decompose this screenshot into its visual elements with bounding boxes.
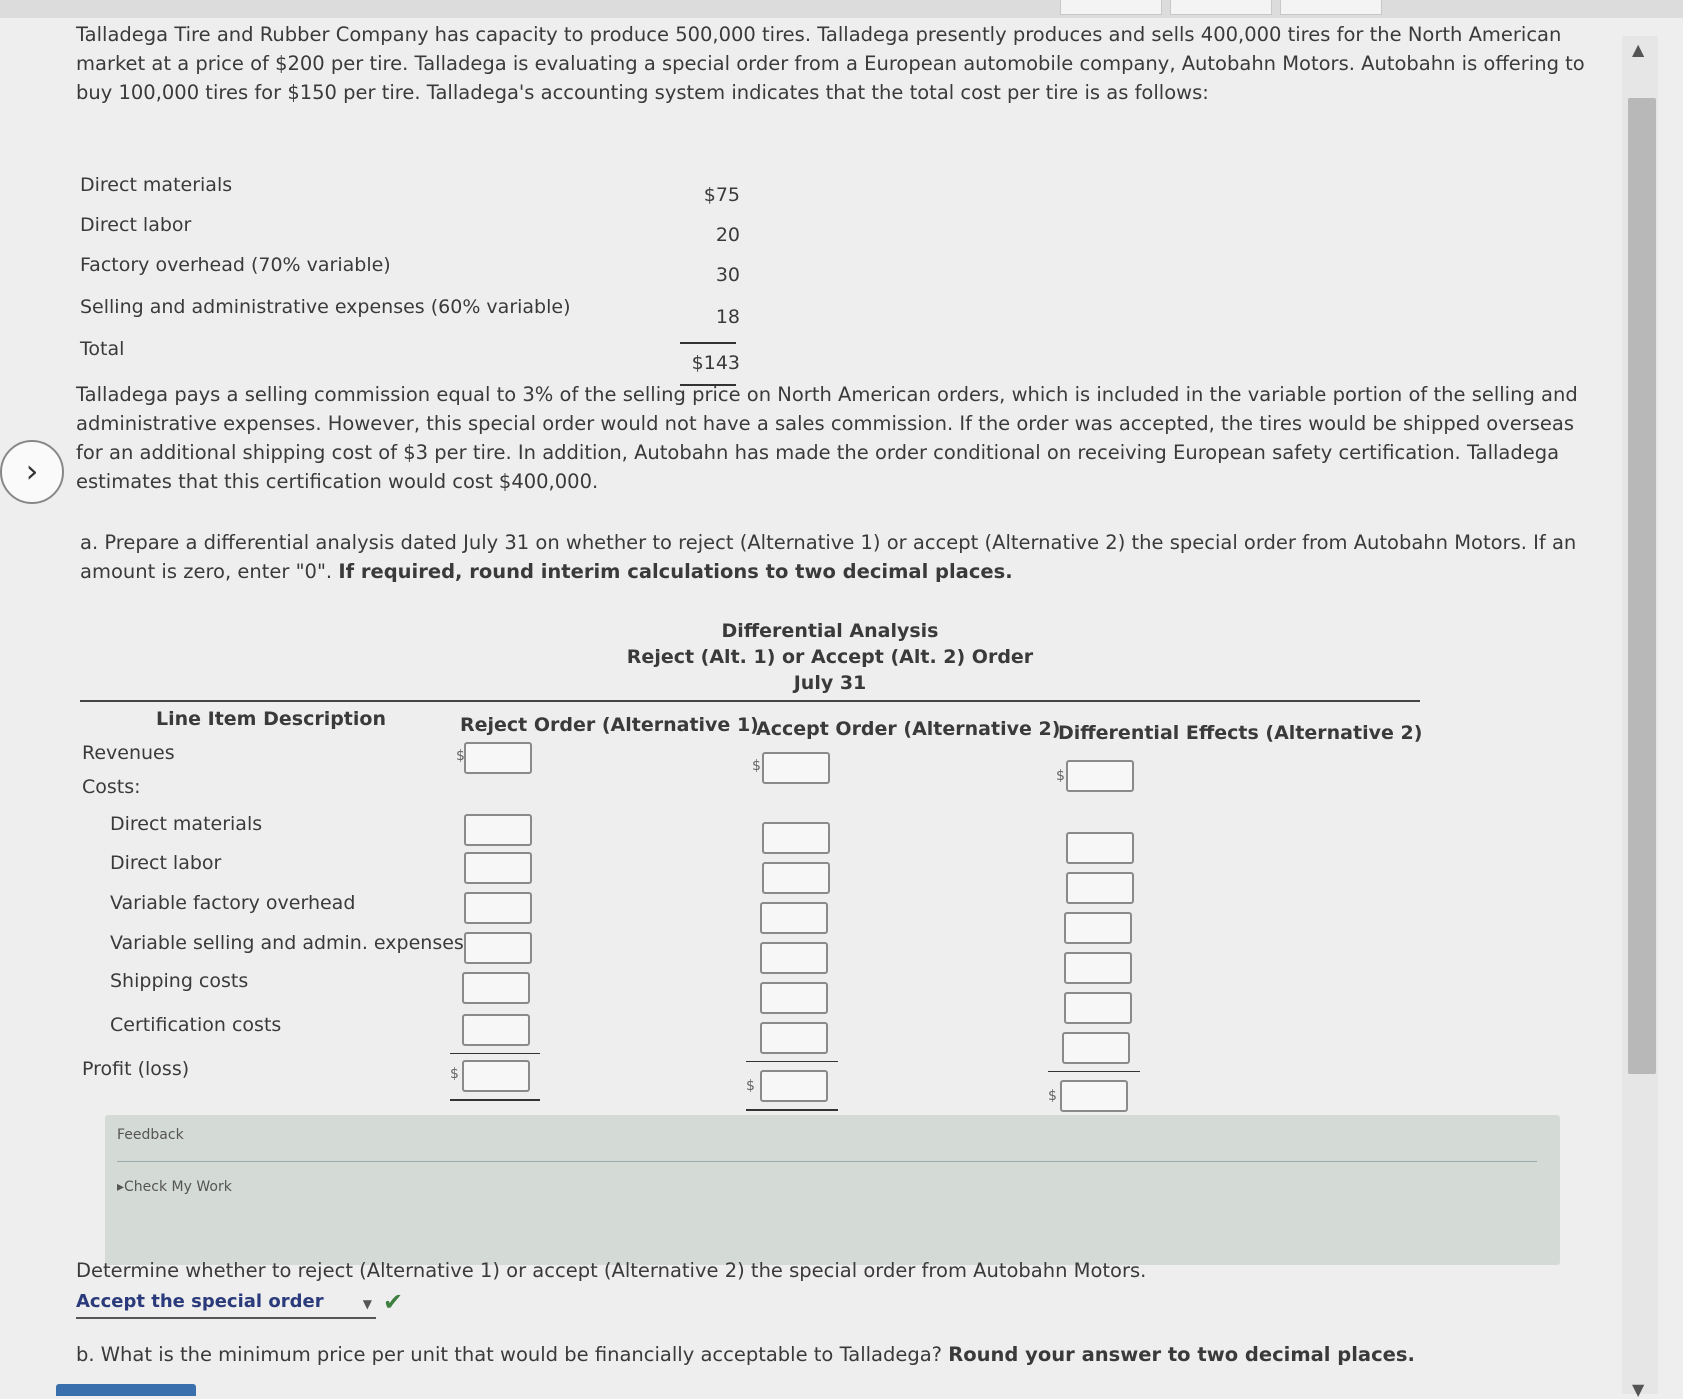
reject-variable-factory-overhead-input[interactable] [464,892,532,924]
reject-certification-input[interactable] [462,1014,530,1046]
cost-label: Total [80,338,125,360]
accept-variable-factory-overhead-input[interactable] [760,902,828,934]
reject-revenues-input[interactable] [464,742,532,774]
reject-total-rule [450,1099,540,1101]
toolbar-tab[interactable] [1170,0,1272,15]
dropdown-arrow-icon: ▼ [362,1297,372,1311]
diff-profit-input[interactable] [1060,1080,1128,1112]
accept-total-rule [746,1109,838,1111]
analysis-title-2: Reject (Alt. 1) or Accept (Alt. 2) Order [626,646,1034,668]
determine-question: Determine whether to reject (Alternative… [76,1259,1147,1282]
col-header-reject: Reject Order (Alternative 1) [460,714,759,736]
row-label-shipping: Shipping costs [110,970,249,992]
row-label-variable-selling-admin: Variable selling and admin. expenses [110,932,464,954]
row-label-costs: Costs: [82,776,141,798]
row-label-variable-factory-overhead: Variable factory overhead [110,892,356,914]
row-label-certification: Certification costs [110,1014,282,1036]
row-label-direct-labor: Direct labor [110,852,222,874]
cost-label: Factory overhead (70% variable) [80,254,391,276]
checkmark-icon: ✔ [383,1288,404,1316]
submit-button[interactable] [56,1384,196,1396]
reject-direct-materials-input[interactable] [464,814,532,846]
accept-subtotal-rule [746,1061,838,1062]
part-a-question: a. Prepare a differential analysis dated… [80,528,1600,586]
part-a-bold: If required, round interim calculations … [338,560,1013,583]
diff-revenues-input[interactable] [1066,760,1134,792]
scroll-thumb[interactable] [1628,98,1656,1074]
diff-certification-input[interactable] [1062,1032,1130,1064]
reject-shipping-input[interactable] [462,972,530,1004]
problem-paragraph-2: Talladega pays a selling commission equa… [76,383,1578,493]
currency-symbol: $ [746,1078,755,1094]
cost-value: $75 [703,184,740,206]
reject-direct-labor-input[interactable] [464,852,532,884]
cost-value: $143 [691,352,740,374]
diff-direct-materials-input[interactable] [1066,832,1134,864]
cost-value: 20 [715,224,740,246]
cost-label: Direct labor [80,214,192,236]
part-b-question: b. What is the minimum price per unit th… [76,1340,1526,1369]
diff-variable-factory-overhead-input[interactable] [1064,912,1132,944]
currency-symbol: $ [1056,768,1065,784]
analysis-title: Differential Analysis Reject (Alt. 1) or… [460,618,1200,696]
scroll-up-icon[interactable]: ▲ [1632,40,1644,59]
check-my-work-toggle[interactable]: ▸Check My Work [117,1179,232,1195]
accept-shipping-input[interactable] [760,982,828,1014]
diff-direct-labor-input[interactable] [1066,872,1134,904]
col-header-differential: Differential Effects (Alternative 2) [1058,722,1423,744]
cost-value: 18 [715,306,740,328]
toolbar-tab[interactable] [1060,0,1162,15]
analysis-title-1: Differential Analysis [721,620,939,642]
accept-variable-selling-admin-input[interactable] [760,942,828,974]
diff-subtotal-rule [1048,1071,1140,1072]
cost-label: Selling and administrative expenses (60%… [80,296,571,318]
diff-shipping-input[interactable] [1064,992,1132,1024]
col-header-line-item: Line Item Description [156,708,386,730]
accept-certification-input[interactable] [760,1022,828,1054]
part-b-text: b. What is the minimum price per unit th… [76,1343,943,1366]
expand-panel-button[interactable]: › [0,440,64,504]
row-label-profit: Profit (loss) [82,1058,190,1080]
accept-direct-labor-input[interactable] [762,862,830,894]
top-toolbar [0,0,1683,18]
subtotal-rule [680,342,736,344]
diff-variable-selling-admin-input[interactable] [1064,952,1132,984]
accept-profit-input[interactable] [760,1070,828,1102]
accept-revenues-input[interactable] [762,752,830,784]
cost-value: 30 [715,264,740,286]
chevron-right-icon: › [25,452,39,490]
check-my-work-label: Check My Work [124,1179,232,1195]
decision-select-value: Accept the special order [76,1291,324,1312]
currency-symbol: $ [752,758,761,774]
toolbar-tab[interactable] [1280,0,1382,15]
col-header-accept: Accept Order (Alternative 2) [756,718,1061,740]
header-rule [80,700,1420,702]
decision-select[interactable]: Accept the special order ▼ [76,1291,376,1319]
reject-variable-selling-admin-input[interactable] [464,932,532,964]
reject-subtotal-rule [450,1053,540,1054]
feedback-panel: Feedback ▸Check My Work [105,1115,1560,1265]
analysis-title-3: July 31 [793,672,867,694]
triangle-right-icon: ▸ [117,1179,125,1195]
feedback-divider [117,1161,1537,1162]
accept-direct-materials-input[interactable] [762,822,830,854]
currency-symbol: $ [450,1066,459,1082]
problem-content: Talladega Tire and Rubber Company has ca… [60,18,1600,1394]
cost-label: Direct materials [80,174,233,196]
problem-intro: Talladega Tire and Rubber Company has ca… [76,23,1585,104]
feedback-title: Feedback [117,1127,184,1143]
reject-profit-input[interactable] [462,1060,530,1092]
row-label-revenues: Revenues [82,742,175,764]
row-label-direct-materials: Direct materials [110,813,263,835]
currency-symbol: $ [1048,1088,1057,1104]
vertical-scrollbar[interactable]: ▲ ▼ [1622,36,1658,1399]
scroll-down-icon[interactable]: ▼ [1632,1380,1644,1399]
part-b-bold: Round your answer to two decimal places. [948,1343,1415,1366]
